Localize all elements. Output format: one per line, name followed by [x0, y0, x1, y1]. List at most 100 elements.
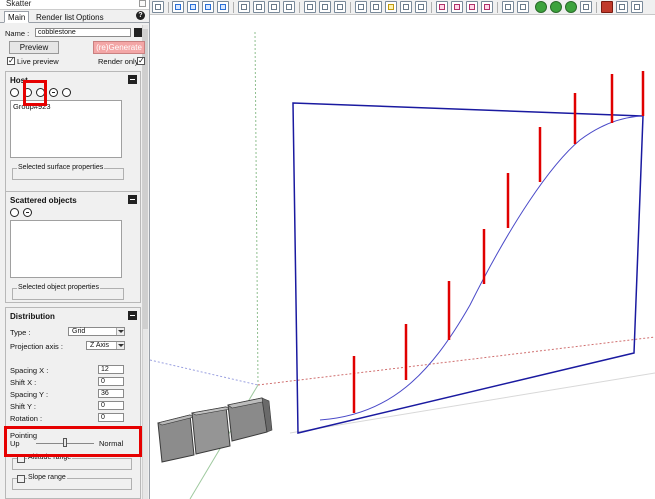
tab-bar: Main Render list Options ?: [0, 10, 149, 23]
orbit-icon[interactable]: [517, 1, 529, 13]
texture-icon[interactable]: [400, 1, 412, 13]
render-only-label: Render only: [98, 57, 139, 66]
spacing-x-label: Spacing X :: [10, 366, 49, 375]
live-preview-checkbox[interactable]: ✓: [7, 57, 15, 65]
save-icon[interactable]: [134, 28, 142, 37]
fit-icon[interactable]: [502, 1, 514, 13]
altitude-range-group: Altitude range: [12, 454, 132, 470]
projection-axis-label: Projection axis :: [10, 342, 63, 351]
spacing-y-label: Spacing Y :: [10, 390, 49, 399]
name-input[interactable]: cobblestone: [35, 28, 131, 37]
help-icon[interactable]: ?: [136, 11, 145, 20]
right-view-icon[interactable]: [217, 1, 229, 13]
skatter-panel: Skatter Main Render list Options ? Name …: [0, 0, 150, 499]
frame-icon[interactable]: [415, 1, 427, 13]
toolbar-separator: [350, 2, 351, 13]
highlight-pointing: [4, 426, 142, 457]
grid-icon[interactable]: [355, 1, 367, 13]
rotation-label: Rotation :: [10, 414, 43, 423]
remove-host-icon[interactable]: [49, 88, 58, 97]
panel-titlebar: Skatter: [0, 0, 149, 10]
section-fill-icon[interactable]: [334, 1, 346, 13]
layout-icon[interactable]: [370, 1, 382, 13]
shift-y-label: Shift Y :: [10, 402, 36, 411]
slope-range-group: Slope range: [12, 474, 132, 490]
green-axis: [254, 31, 259, 386]
collapse-icon[interactable]: [128, 195, 137, 204]
panel-title: Skatter: [6, 0, 32, 8]
type-value: Grid: [72, 328, 86, 335]
spacing-x-input[interactable]: 12: [98, 365, 124, 374]
projection-axis-select[interactable]: Z Axis: [86, 341, 125, 350]
close-icon[interactable]: [139, 0, 146, 7]
settings-icon[interactable]: [451, 1, 463, 13]
comment-icon[interactable]: [436, 1, 448, 13]
main-toolbar: [150, 0, 655, 15]
skatter-leaf-icon[interactable]: [550, 1, 562, 13]
viewport-canvas: [149, 31, 655, 499]
wireframe-icon[interactable]: [152, 1, 164, 13]
pick-host-icon[interactable]: [10, 88, 19, 97]
bulb-icon[interactable]: [385, 1, 397, 13]
collapse-icon[interactable]: [128, 75, 137, 84]
host-curve: [319, 115, 644, 421]
shift-y-input[interactable]: 0: [98, 401, 124, 410]
object-properties-group: Selected object properties: [12, 284, 124, 300]
front-view-icon[interactable]: [202, 1, 214, 13]
skatter-tree-icon[interactable]: [535, 1, 547, 13]
skatter-globe-icon[interactable]: [565, 1, 577, 13]
highlight-add-host: [23, 80, 47, 106]
render-icon[interactable]: [481, 1, 493, 13]
skatter-list-icon[interactable]: [580, 1, 592, 13]
host-list[interactable]: Group#923: [10, 100, 122, 158]
remove-object-icon[interactable]: [23, 208, 32, 217]
cobblestone-model: [157, 397, 273, 463]
standard-view-icon[interactable]: [172, 1, 184, 13]
distribution-title: Distribution: [10, 312, 55, 321]
preview-button[interactable]: Preview: [9, 41, 59, 54]
material-icon[interactable]: [616, 1, 628, 13]
top-view-icon[interactable]: [187, 1, 199, 13]
surface-properties-group: Selected surface properties: [12, 164, 124, 180]
xray-icon[interactable]: [238, 1, 250, 13]
shift-x-label: Shift X :: [10, 378, 37, 387]
back-edges-icon[interactable]: [253, 1, 265, 13]
live-preview-label: Live preview: [17, 57, 59, 66]
toolbar-separator: [431, 2, 432, 13]
refresh-icon[interactable]: [62, 88, 71, 97]
shift-x-input[interactable]: 0: [98, 377, 124, 386]
toolbar-separator: [299, 2, 300, 13]
type-label: Type :: [10, 328, 31, 337]
collapse-icon[interactable]: [128, 311, 137, 320]
message-icon[interactable]: [466, 1, 478, 13]
slope-range-label: Slope range: [27, 474, 67, 481]
projection-axis-value: Z Axis: [90, 342, 110, 349]
tab-options[interactable]: Options: [72, 11, 108, 23]
object-properties-label: Selected object properties: [17, 284, 100, 291]
spacing-y-input[interactable]: 36: [98, 389, 124, 398]
scattered-objects-title: Scattered objects: [10, 196, 77, 205]
tab-main[interactable]: Main: [4, 11, 30, 23]
shaded-icon[interactable]: [283, 1, 295, 13]
render-only-checkbox[interactable]: ✓: [137, 57, 145, 65]
red-axis: [257, 336, 655, 386]
distribution-section: Distribution Type : Grid Projection axis…: [5, 307, 141, 499]
regenerate-button[interactable]: (re)Generate: [93, 41, 145, 54]
add-object-icon[interactable]: [10, 208, 19, 217]
slope-range-checkbox[interactable]: [17, 475, 25, 483]
surface-properties-label: Selected surface properties: [17, 164, 105, 171]
object-list[interactable]: [10, 220, 122, 278]
ground-line: [289, 372, 655, 434]
hidden-line-icon[interactable]: [268, 1, 280, 13]
toolbar-separator: [596, 2, 597, 13]
rotation-input[interactable]: 0: [98, 413, 124, 422]
render-logo-icon[interactable]: [601, 1, 613, 13]
blue-axis: [149, 359, 259, 386]
section-cuts-icon[interactable]: [319, 1, 331, 13]
scattered-objects-section: Scattered objects Selected object proper…: [5, 191, 141, 303]
type-select[interactable]: Grid: [68, 327, 125, 336]
camera-icon[interactable]: [631, 1, 643, 13]
name-label: Name :: [5, 29, 30, 38]
3d-viewport[interactable]: [149, 15, 655, 499]
section-plane-icon[interactable]: [304, 1, 316, 13]
